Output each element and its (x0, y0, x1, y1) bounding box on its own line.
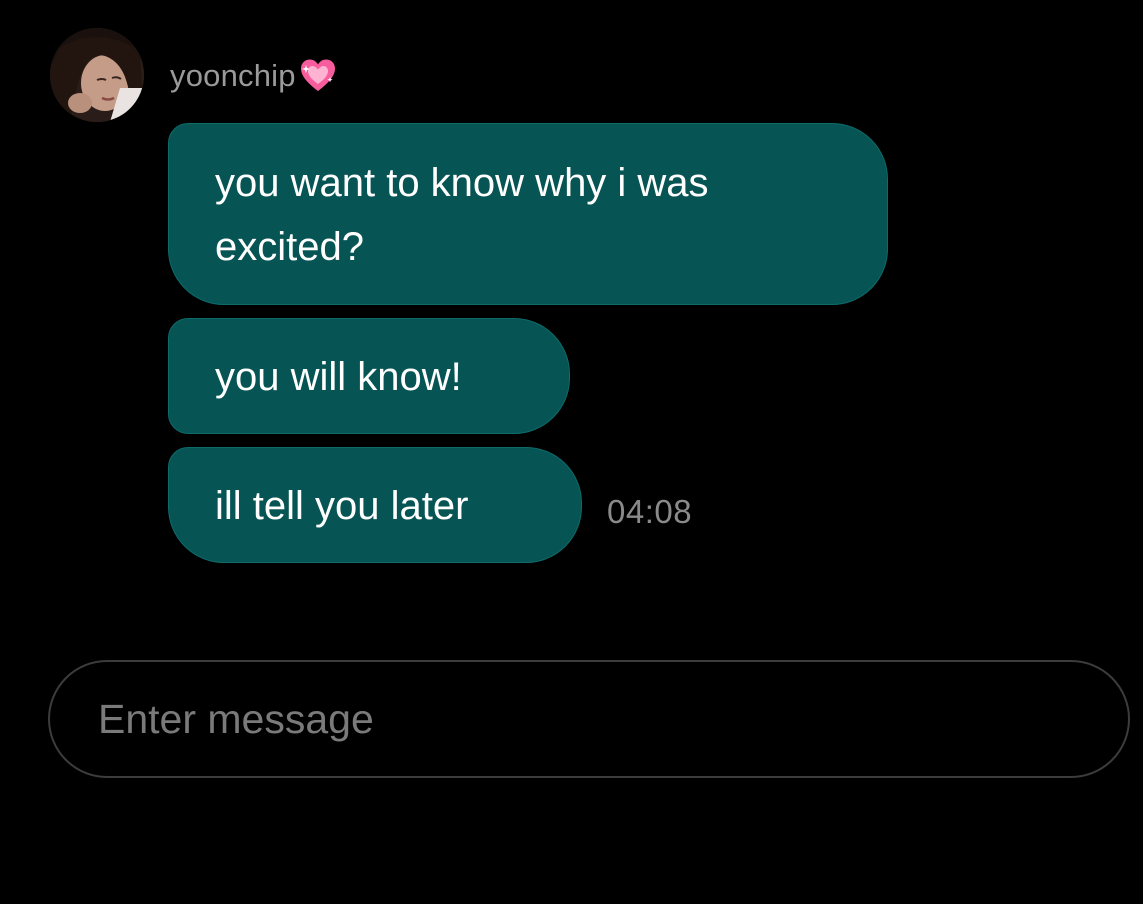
message-input[interactable] (48, 660, 1130, 778)
message-bubble[interactable]: you want to know why i was excited? (168, 123, 888, 305)
contact-avatar[interactable] (50, 28, 144, 122)
contact-username: yoonchip (170, 58, 296, 93)
message-timestamp: 04:08 (607, 493, 693, 530)
avatar-photo (50, 28, 144, 122)
pink-sparkling-heart-icon (298, 56, 338, 96)
contact-header[interactable]: yoonchip (170, 54, 338, 98)
message-bubble[interactable]: you will know! (168, 318, 570, 434)
message-bubble[interactable]: ill tell you later (168, 447, 582, 563)
